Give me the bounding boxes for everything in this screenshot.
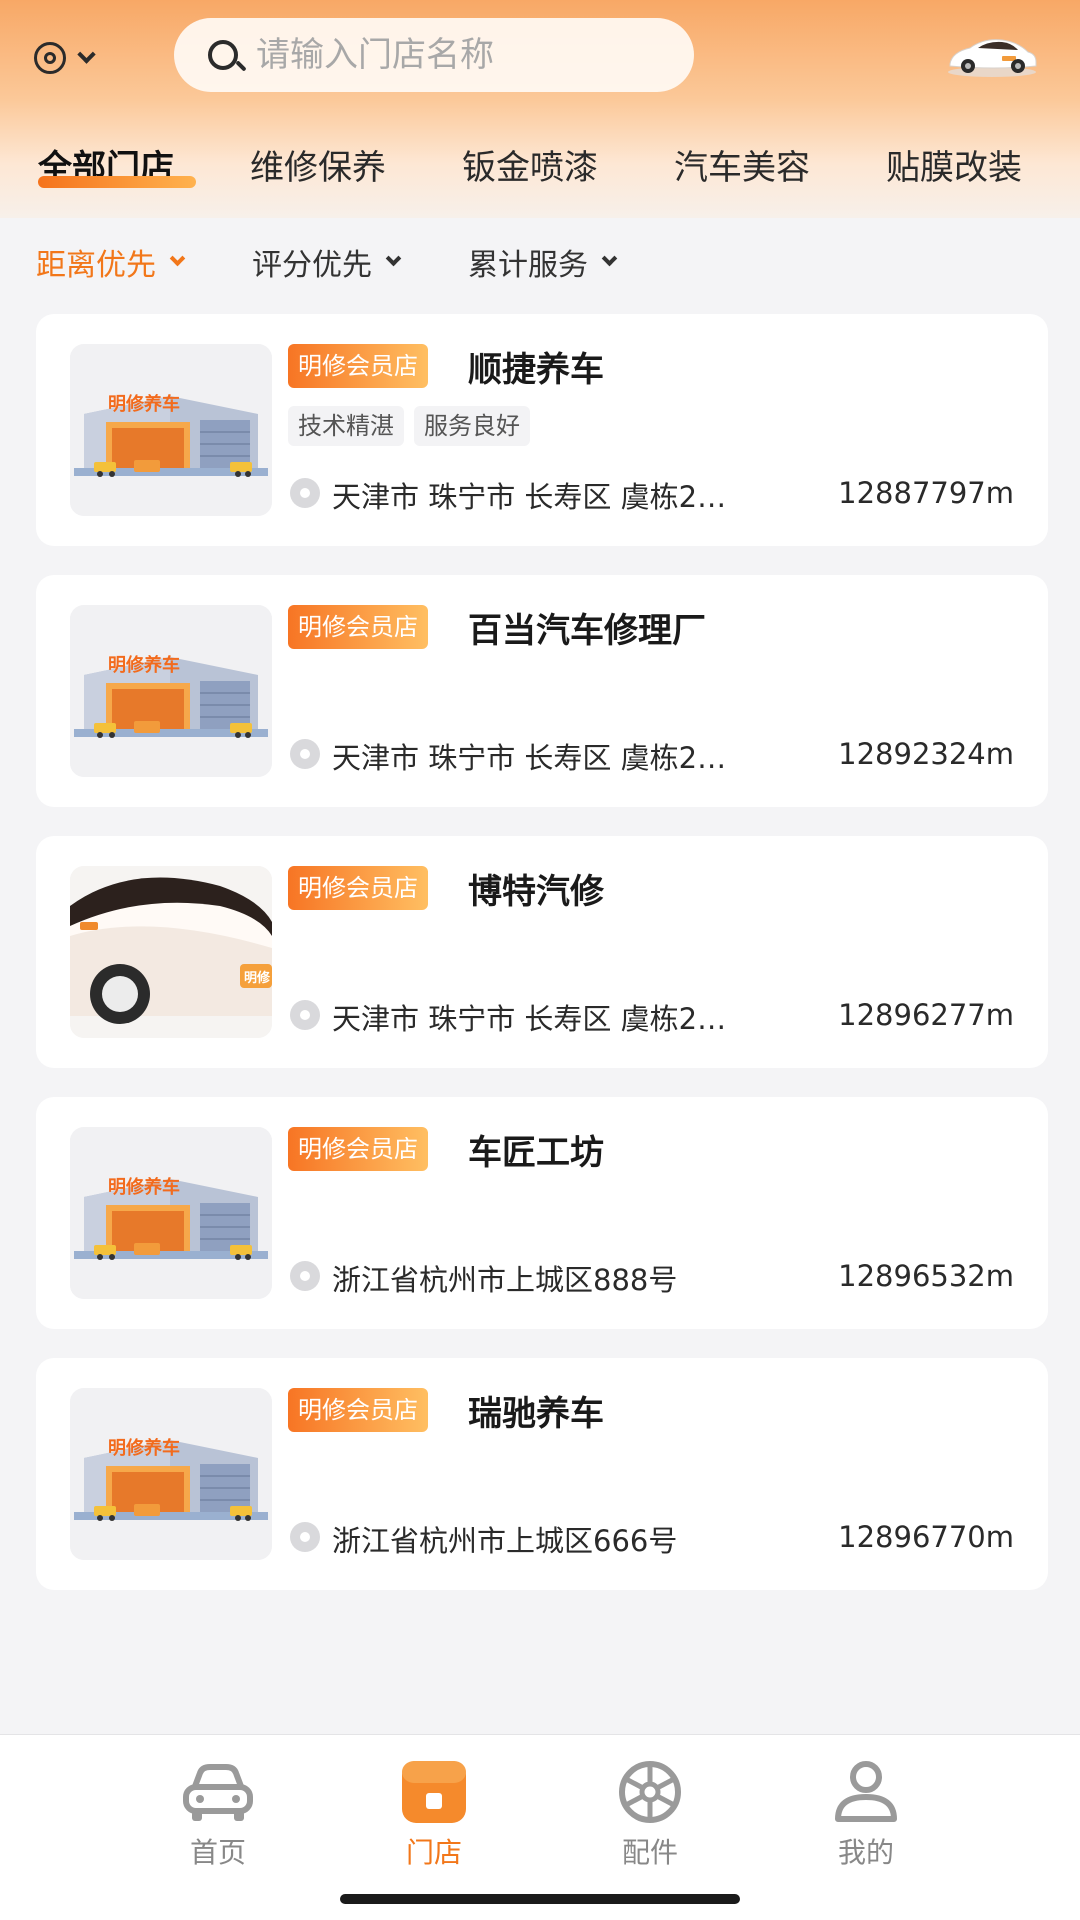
store-address: 浙江省杭州市上城区666号 <box>332 1524 678 1558</box>
nav-mine[interactable]: 我的 <box>806 1759 926 1871</box>
location-pin-icon <box>290 739 320 769</box>
store-image: 明修养车 <box>70 1388 272 1560</box>
tab-maintenance[interactable]: 维修保养 <box>250 140 386 189</box>
store-distance: 12887797m <box>838 476 1014 510</box>
store-card[interactable]: 明修 明修会员店 博特汽修 天津市 珠宁市 长寿区 虞栋2… 12896277m <box>36 836 1048 1068</box>
thumb-label: 明修养车 <box>108 1176 180 1198</box>
store-distance: 12896770m <box>838 1520 1014 1554</box>
thumb-label: 明修养车 <box>108 654 180 676</box>
chevron-down-icon <box>77 44 96 64</box>
chevron-down-icon <box>385 250 402 266</box>
store-thumbnail: 明修养车 <box>70 344 272 516</box>
category-tabs: 全部门店 维修保养 钣金喷漆 汽车美容 贴膜改装 <box>0 140 1080 210</box>
nav-mine-label: 我的 <box>837 1836 894 1869</box>
store-address: 天津市 珠宁市 长寿区 虞栋2… <box>332 1002 727 1036</box>
tab-paint[interactable]: 钣金喷漆 <box>462 140 598 189</box>
store-tag: 服务良好 <box>414 406 530 446</box>
store-distance: 12896277m <box>838 998 1014 1032</box>
sort-service-label: 累计服务 <box>468 248 588 283</box>
store-thumbnail: 明修养车 <box>70 1127 272 1299</box>
thumb-label: 明修养车 <box>108 393 180 415</box>
user-icon <box>835 1761 897 1822</box>
thumb-label: 明修 <box>244 970 271 986</box>
member-badge: 明修会员店 <box>288 1388 428 1432</box>
store-tag: 技术精湛 <box>288 406 404 446</box>
location-pin-icon <box>290 1000 320 1030</box>
nav-home-label: 首页 <box>189 1836 246 1869</box>
store-name: 车匠工坊 <box>468 1133 604 1173</box>
sort-distance-label: 距离优先 <box>36 248 156 283</box>
store-icon <box>402 1761 466 1823</box>
store-name: 百当汽车修理厂 <box>468 611 706 651</box>
store-name: 瑞驰养车 <box>468 1394 604 1434</box>
active-tab-indicator <box>38 176 196 188</box>
search-input[interactable] <box>256 35 676 75</box>
store-card[interactable]: 明修养车 明修会员店 顺捷养车 技术精湛 服务良好 天津市 珠宁市 长寿区 虞栋… <box>36 314 1048 546</box>
sort-bar: 距离优先 评分优先 累计服务 <box>0 240 1080 292</box>
store-address: 浙江省杭州市上城区888号 <box>332 1263 678 1297</box>
nav-store[interactable]: 门店 <box>374 1759 494 1871</box>
member-badge: 明修会员店 <box>288 866 428 910</box>
sort-distance[interactable]: 距离优先 <box>36 240 186 284</box>
chevron-down-icon <box>601 250 618 266</box>
tab-beauty[interactable]: 汽车美容 <box>674 140 810 189</box>
store-card[interactable]: 明修养车 明修会员店 瑞驰养车 浙江省杭州市上城区666号 12896770m <box>36 1358 1048 1590</box>
member-badge: 明修会员店 <box>288 344 428 388</box>
location-pin-icon <box>290 1261 320 1291</box>
store-name: 顺捷养车 <box>468 350 604 390</box>
search-bar[interactable] <box>174 18 694 92</box>
member-badge: 明修会员店 <box>288 1127 428 1171</box>
store-distance: 12892324m <box>838 737 1014 771</box>
nav-parts[interactable]: 配件 <box>590 1759 710 1871</box>
member-badge: 明修会员店 <box>288 605 428 649</box>
store-thumbnail: 明修养车 <box>70 1388 272 1560</box>
home-indicator <box>340 1894 740 1904</box>
location-selector[interactable] <box>34 36 124 80</box>
store-image: 明修养车 <box>70 1127 272 1299</box>
thumb-label: 明修养车 <box>108 1437 180 1459</box>
store-card[interactable]: 明修养车 明修会员店 百当汽车修理厂 天津市 珠宁市 长寿区 虞栋2… 1289… <box>36 575 1048 807</box>
store-thumbnail: 明修 <box>70 866 272 1038</box>
store-distance: 12896532m <box>838 1259 1014 1293</box>
location-pin-icon <box>290 1522 320 1552</box>
store-address: 天津市 珠宁市 长寿区 虞栋2… <box>332 480 727 514</box>
sort-service-count[interactable]: 累计服务 <box>468 240 618 284</box>
bottom-navigation: 首页 门店 配件 我的 <box>0 1734 1080 1920</box>
store-card[interactable]: 明修养车 明修会员店 车匠工坊 浙江省杭州市上城区888号 12896532m <box>36 1097 1048 1329</box>
location-pin-icon <box>290 478 320 508</box>
store-image: 明修养车 <box>70 344 272 516</box>
sort-rating[interactable]: 评分优先 <box>252 240 402 284</box>
store-image: 明修养车 <box>70 605 272 777</box>
sort-rating-label: 评分优先 <box>252 248 372 283</box>
car-icon <box>183 1764 253 1821</box>
store-address: 天津市 珠宁市 长寿区 虞栋2… <box>332 741 727 775</box>
location-target-icon <box>34 42 66 74</box>
search-icon <box>208 40 238 70</box>
nav-store-label: 门店 <box>405 1836 462 1869</box>
store-name: 博特汽修 <box>468 872 604 912</box>
car-avatar-icon[interactable] <box>944 26 1040 80</box>
store-tags: 技术精湛 服务良好 <box>288 406 530 446</box>
wheel-icon <box>619 1761 681 1823</box>
store-thumbnail: 明修养车 <box>70 605 272 777</box>
nav-home[interactable]: 首页 <box>158 1759 278 1871</box>
store-image: 明修 <box>70 866 272 1038</box>
nav-parts-label: 配件 <box>621 1836 678 1869</box>
tab-film-modify[interactable]: 贴膜改装 <box>886 140 1022 189</box>
chevron-down-icon <box>169 250 186 266</box>
